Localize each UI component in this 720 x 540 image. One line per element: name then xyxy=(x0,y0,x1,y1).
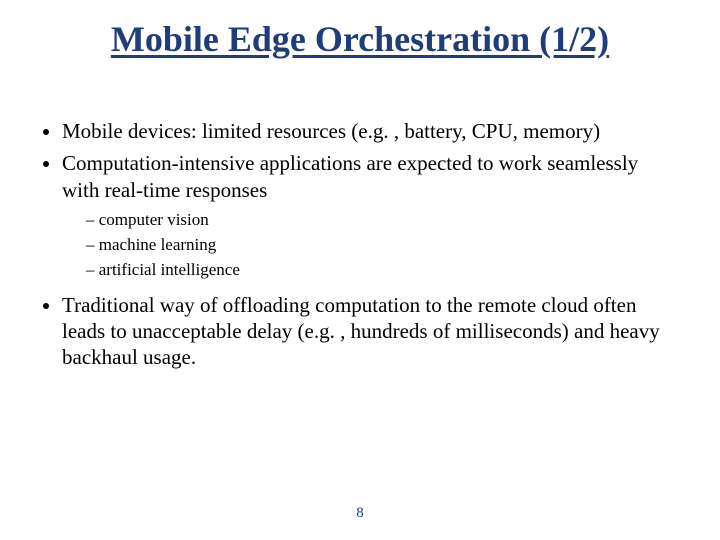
slide-title: Mobile Edge Orchestration (1/2) xyxy=(0,18,720,60)
page-number: 8 xyxy=(0,505,720,522)
bullet-text: Mobile devices: limited resources (e.g. … xyxy=(62,119,600,143)
sub-bullet-text: artificial intelligence xyxy=(99,260,240,279)
sub-bullet-text: machine learning xyxy=(99,235,217,254)
sub-bullet-item: computer vision xyxy=(86,209,680,232)
bullet-text: Traditional way of offloading computatio… xyxy=(62,293,660,370)
sub-bullet-text: computer vision xyxy=(99,210,209,229)
bullet-item: Computation-intensive applications are e… xyxy=(62,150,680,281)
slide-body: Mobile devices: limited resources (e.g. … xyxy=(34,118,680,376)
bullet-list: Mobile devices: limited resources (e.g. … xyxy=(34,118,680,370)
sub-bullet-list: computer vision machine learning artific… xyxy=(62,209,680,282)
slide: Mobile Edge Orchestration (1/2) Mobile d… xyxy=(0,0,720,540)
sub-bullet-item: machine learning xyxy=(86,234,680,257)
sub-bullet-item: artificial intelligence xyxy=(86,259,680,282)
bullet-item: Mobile devices: limited resources (e.g. … xyxy=(62,118,680,144)
bullet-text: Computation-intensive applications are e… xyxy=(62,151,638,201)
bullet-item: Traditional way of offloading computatio… xyxy=(62,292,680,371)
